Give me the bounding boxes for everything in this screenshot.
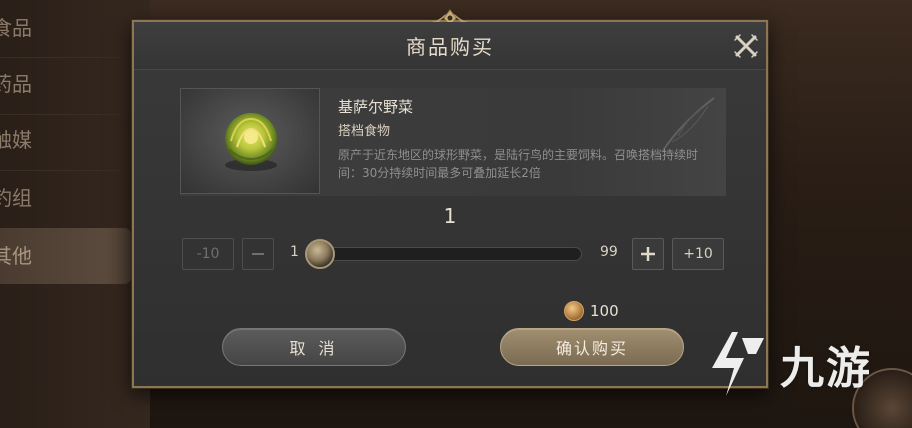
item-icon-frame [180, 88, 320, 194]
slider-handle[interactable] [305, 239, 335, 269]
plus-10-button[interactable]: +10 [672, 238, 724, 270]
cancel-button[interactable]: 取 消 [222, 328, 406, 366]
watermark-text: 九游 [780, 343, 872, 394]
close-icon[interactable] [732, 32, 760, 60]
category-food[interactable]: 食品 [0, 0, 132, 56]
quantity-value: 1 [443, 204, 457, 228]
minus-icon [252, 253, 264, 255]
watermark: 九游 [704, 328, 872, 400]
category-fishing[interactable]: 钓组 [0, 170, 132, 226]
plus-icon [641, 247, 655, 261]
category-medicine[interactable]: 药品 [0, 56, 132, 112]
item-type: 搭档食物 [338, 124, 391, 139]
category-other[interactable]: 其他 [0, 228, 132, 284]
minus-button[interactable] [242, 238, 274, 270]
cabbage-icon [225, 113, 277, 171]
slider-max-label: 99 [600, 244, 618, 260]
purchase-dialog: 商品购买 基萨尔野菜 搭档食物 原产于近东地区的球形野菜，是陆行鸟的主要饲料。召… [132, 9, 768, 388]
confirm-purchase-button[interactable]: 确认购买 [500, 328, 684, 366]
quantity-slider[interactable] [305, 239, 582, 269]
dialog-title: 商品购买 [406, 35, 494, 59]
category-sidebar: 食品 药品 触媒 钓组 其他 [0, 0, 150, 428]
category-catalyst[interactable]: 触媒 [0, 112, 132, 168]
slider-min-label: 1 [290, 244, 299, 260]
feather-decoration-icon [661, 97, 715, 153]
coin-icon [564, 301, 584, 321]
item-name: 基萨尔野菜 [338, 98, 414, 116]
price-amount: 100 [590, 302, 619, 320]
minus-10-button[interactable]: -10 [182, 238, 234, 270]
watermark-logo-icon [712, 332, 764, 396]
price: 100 [564, 300, 619, 322]
item-card: 基萨尔野菜 搭档食物 原产于近东地区的球形野菜，是陆行鸟的主要饲料。召唤搭档持续… [180, 88, 726, 196]
plus-button[interactable] [632, 238, 664, 270]
